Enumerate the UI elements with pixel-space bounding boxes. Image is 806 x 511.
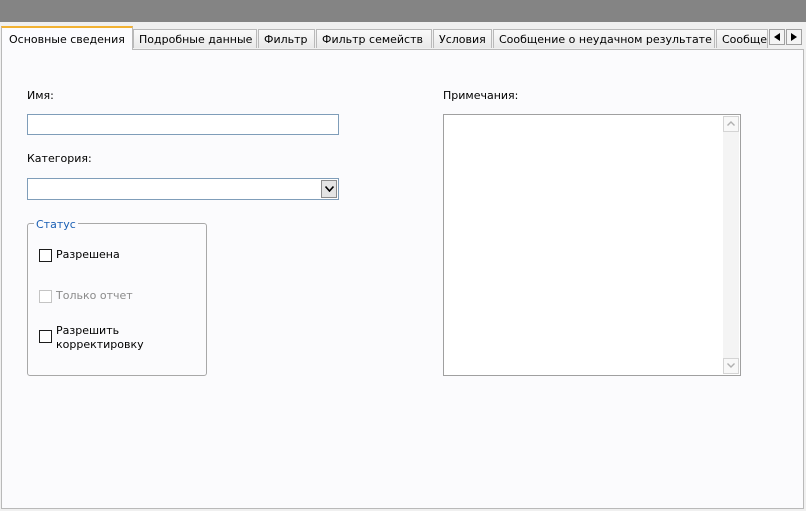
category-select[interactable]: [27, 178, 339, 200]
tab-family-filter[interactable]: Фильтр семейств: [316, 29, 432, 48]
chevron-down-icon: [324, 186, 334, 192]
allowed-checkbox-label[interactable]: Разрешена: [56, 248, 120, 261]
tab-conditions[interactable]: Условия: [433, 29, 492, 48]
report-only-checkbox[interactable]: [39, 290, 52, 303]
tab-message-truncated[interactable]: Сообще: [716, 29, 768, 48]
category-label: Категория:: [27, 152, 92, 165]
triangle-right-icon: [791, 33, 797, 41]
chevron-up-icon: [727, 121, 735, 126]
category-dropdown-button[interactable]: [321, 180, 337, 198]
tab-filter[interactable]: Фильтр: [258, 29, 315, 48]
notes-scrollbar[interactable]: [723, 116, 739, 374]
allow-correction-checkbox-label[interactable]: Разрешить корректировку: [56, 324, 166, 352]
tab-failure-message[interactable]: Сообщение о неудачном результате: [493, 29, 715, 48]
triangle-left-icon: [774, 33, 780, 41]
allowed-checkbox[interactable]: [39, 249, 52, 262]
tab-details[interactable]: Подробные данные: [133, 29, 257, 48]
status-group-legend: Статус: [34, 218, 78, 231]
report-only-checkbox-label[interactable]: Только отчет: [56, 289, 133, 302]
name-input[interactable]: [27, 114, 339, 135]
tab-basic-info[interactable]: Основные сведения: [1, 26, 133, 50]
name-label: Имя:: [27, 89, 54, 102]
tab-scroll-right-button[interactable]: [786, 29, 802, 45]
tab-strip: Основные сведения Подробные данные Фильт…: [0, 22, 806, 50]
window-title-bar: [0, 0, 806, 23]
notes-label: Примечания:: [443, 89, 519, 102]
chevron-down-icon: [727, 363, 735, 368]
notes-textarea[interactable]: [443, 114, 741, 376]
allow-correction-checkbox[interactable]: [39, 330, 52, 343]
notes-scroll-down-button[interactable]: [723, 358, 739, 374]
tab-scroll-left-button[interactable]: [769, 29, 785, 45]
notes-scroll-up-button[interactable]: [723, 116, 739, 132]
